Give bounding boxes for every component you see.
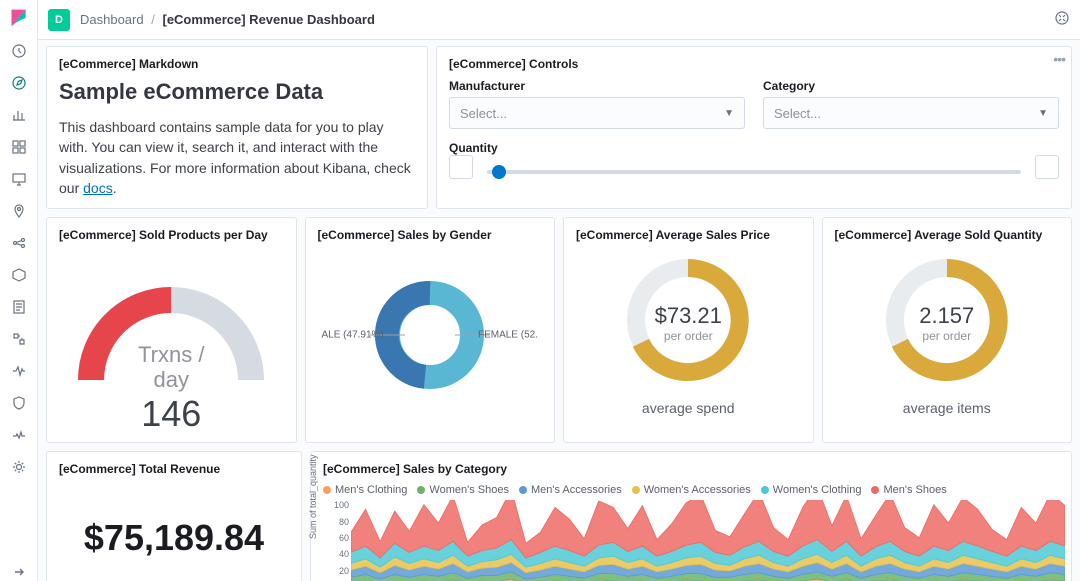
panel-title: [eCommerce] Controls [449, 57, 1059, 71]
avg-qty-panel: [eCommerce] Average Sold Quantity 2.157 … [822, 217, 1073, 443]
legend-dot-icon [417, 486, 425, 494]
markdown-body-post: . [113, 180, 117, 196]
collapse-icon[interactable] [10, 563, 28, 581]
category-select[interactable]: Select... ▼ [763, 97, 1059, 129]
legend-item[interactable]: Men's Clothing [323, 484, 407, 496]
revenue-panel: [eCommerce] Total Revenue $75,189.84 [46, 451, 302, 581]
quantity-label: Quantity [449, 141, 1059, 155]
legend-label: Men's Clothing [335, 484, 407, 496]
management-icon[interactable] [10, 458, 28, 476]
gender-panel: [eCommerce] Sales by Gender ALE (47.91%)… [305, 217, 556, 443]
legend-dot-icon [519, 486, 527, 494]
manufacturer-label: Manufacturer [449, 79, 745, 93]
breadcrumb-current: [eCommerce] Revenue Dashboard [162, 12, 374, 27]
chart-yaxis: 100 80 60 40 20 0 [327, 500, 349, 581]
legend-dot-icon [761, 486, 769, 494]
uptime-icon[interactable] [10, 362, 28, 380]
gauge-label-1: Trxns / [138, 342, 204, 367]
select-placeholder: Select... [774, 106, 821, 121]
manufacturer-select[interactable]: Select... ▼ [449, 97, 745, 129]
avg-qty-caption: average items [903, 400, 991, 416]
monitoring-icon[interactable] [10, 426, 28, 444]
discover-icon[interactable] [10, 74, 28, 92]
logs-icon[interactable] [10, 298, 28, 316]
legend-dot-icon [323, 486, 331, 494]
panel-title: [eCommerce] Total Revenue [59, 462, 289, 476]
panel-title: [eCommerce] Sales by Gender [318, 228, 543, 242]
ml-icon[interactable] [10, 234, 28, 252]
avg-qty-value: 2.157 [919, 303, 974, 329]
select-placeholder: Select... [460, 106, 507, 121]
chevron-down-icon: ▼ [1038, 108, 1048, 119]
avg-price-sub: per order [655, 329, 722, 343]
legend-label: Men's Shoes [883, 484, 946, 496]
legend-item[interactable]: Women's Clothing [761, 484, 862, 496]
panel-title: [eCommerce] Sold Products per Day [59, 228, 284, 242]
visualize-icon[interactable] [10, 106, 28, 124]
apm-icon[interactable] [10, 330, 28, 348]
markdown-panel: [eCommerce] Markdown Sample eCommerce Da… [46, 46, 428, 209]
chart-ylabel: Sum of total_quantity [308, 455, 318, 540]
legend-item[interactable]: Men's Shoes [871, 484, 946, 496]
sales-category-panel: [eCommerce] Sales by Category Men's Clot… [310, 451, 1072, 581]
kibana-logo-icon[interactable] [9, 8, 29, 28]
markdown-body: This dashboard contains sample data for … [59, 117, 415, 198]
controls-panel: [eCommerce] Controls ••• Manufacturer Se… [436, 46, 1072, 209]
ytick: 40 [327, 549, 349, 559]
category-label: Category [763, 79, 1059, 93]
legend-item[interactable]: Men's Accessories [519, 484, 622, 496]
panel-title: [eCommerce] Sales by Category [323, 462, 1059, 476]
space-badge[interactable]: D [48, 9, 70, 31]
legend-label: Women's Shoes [429, 484, 509, 496]
legend-item[interactable]: Women's Shoes [417, 484, 509, 496]
quantity-min-box[interactable] [449, 155, 473, 179]
ytick: 60 [327, 533, 349, 543]
panel-title: [eCommerce] Average Sold Quantity [835, 228, 1060, 242]
revenue-value: $75,189.84 [59, 484, 289, 581]
legend-item[interactable]: Women's Accessories [632, 484, 751, 496]
gender-donut [370, 275, 490, 395]
avg-qty-sub: per order [919, 329, 974, 343]
dashboard-icon[interactable] [10, 138, 28, 156]
gender-female-label: FEMALE (52. [478, 330, 538, 341]
chevron-down-icon: ▼ [724, 108, 734, 119]
recent-icon[interactable] [10, 42, 28, 60]
panel-title: [eCommerce] Average Sales Price [576, 228, 801, 242]
canvas-icon[interactable] [10, 170, 28, 188]
markdown-heading: Sample eCommerce Data [59, 79, 415, 105]
gauge-label-2: day [138, 367, 204, 392]
docs-link[interactable]: docs [83, 180, 113, 196]
breadcrumb-sep: / [151, 12, 155, 27]
siem-icon[interactable] [10, 394, 28, 412]
maps-icon[interactable] [10, 202, 28, 220]
avg-price-panel: [eCommerce] Average Sales Price $73.21 p… [563, 217, 814, 443]
app-sidebar [0, 0, 38, 581]
ytick: 80 [327, 517, 349, 527]
stacked-area-chart [351, 500, 1065, 581]
quantity-slider[interactable] [487, 170, 1021, 174]
ytick: 20 [327, 566, 349, 576]
legend-dot-icon [632, 486, 640, 494]
panel-title: [eCommerce] Markdown [59, 57, 415, 71]
quantity-max-box[interactable] [1035, 155, 1059, 179]
fullscreen-icon[interactable] [1054, 10, 1070, 29]
avg-price-caption: average spend [642, 400, 735, 416]
gauge-panel: [eCommerce] Sold Products per Day Trxns … [46, 217, 297, 443]
legend-label: Men's Accessories [531, 484, 622, 496]
breadcrumb-root[interactable]: Dashboard [80, 12, 144, 27]
legend-dot-icon [871, 486, 879, 494]
panel-menu-icon[interactable]: ••• [1053, 51, 1065, 67]
avg-price-value: $73.21 [655, 303, 722, 329]
legend-label: Women's Clothing [773, 484, 862, 496]
slider-thumb[interactable] [492, 165, 506, 179]
legend-label: Women's Accessories [644, 484, 751, 496]
gauge-value: 146 [138, 393, 204, 435]
gender-male-label: ALE (47.91%) [322, 330, 384, 341]
topbar: D Dashboard / [eCommerce] Revenue Dashbo… [38, 0, 1080, 40]
ytick: 100 [327, 500, 349, 510]
infra-icon[interactable] [10, 266, 28, 284]
chart-legend: Men's Clothing Women's Shoes Men's Accesso… [323, 484, 1059, 496]
breadcrumb: Dashboard / [eCommerce] Revenue Dashboar… [80, 12, 375, 27]
